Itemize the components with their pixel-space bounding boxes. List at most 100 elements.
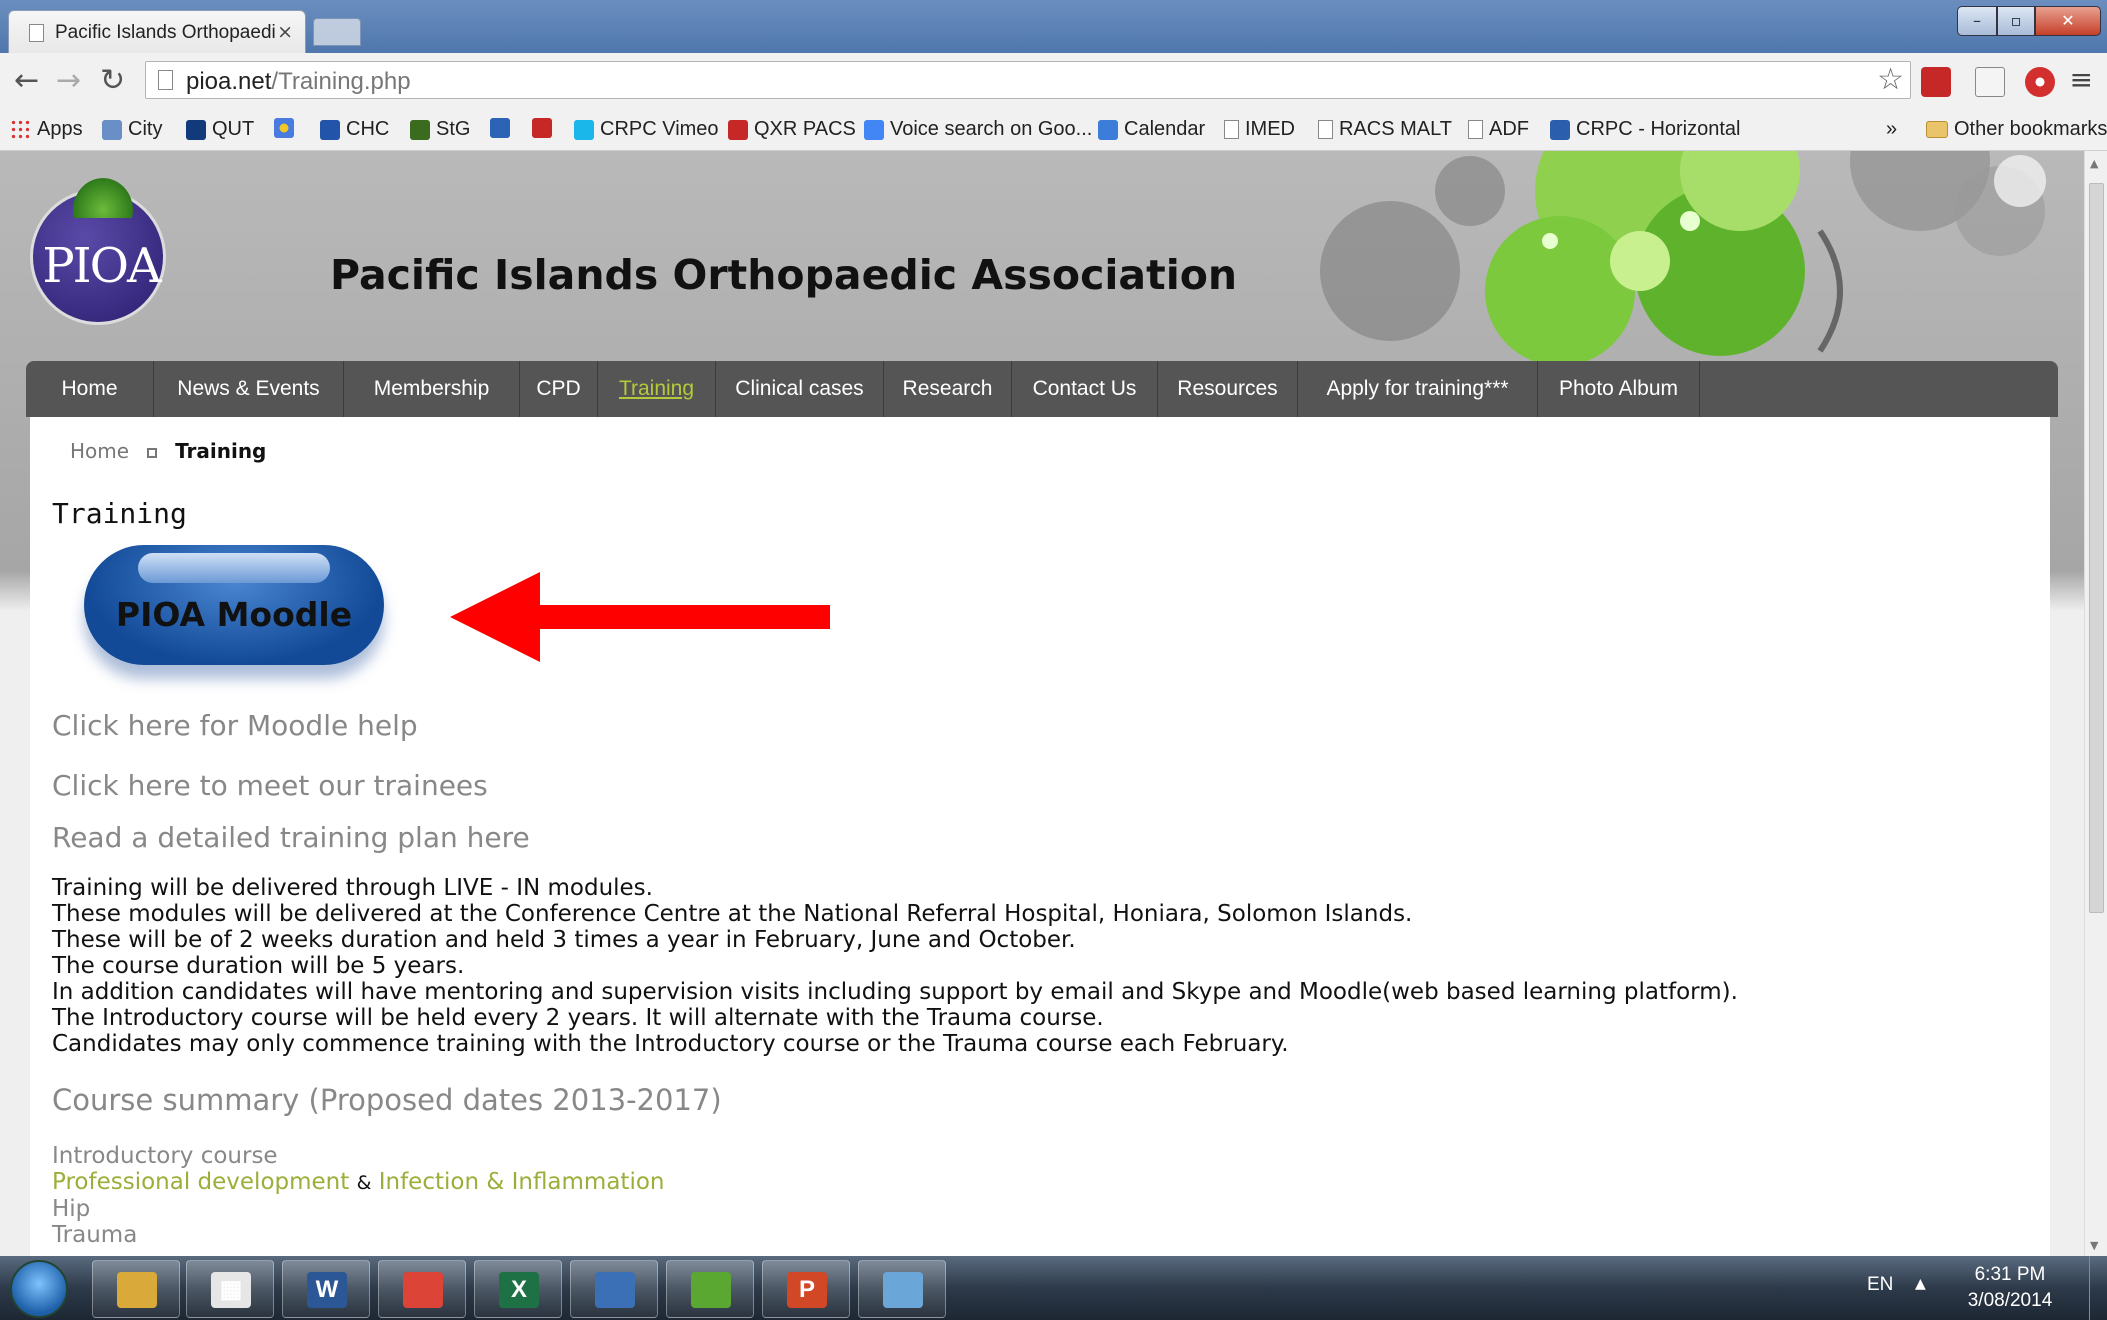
bookmark-label: CHC — [346, 118, 390, 140]
bookmark-calendar[interactable]: Calendar — [1098, 118, 1205, 141]
bookmark-b[interactable] — [490, 118, 516, 138]
nav-cpd[interactable]: CPD — [520, 361, 598, 417]
new-tab-button[interactable] — [313, 18, 361, 46]
apps-icon: ▦ — [211, 1272, 251, 1308]
web-page: PIOA Pacific Islands Orthopaedic Associa… — [0, 151, 2084, 1256]
taskbar-evernote-button[interactable] — [666, 1260, 754, 1318]
nav-photo-album[interactable]: Photo Album — [1538, 361, 1700, 417]
bookmark-label: IMED — [1245, 118, 1295, 140]
maximize-button[interactable]: ▫ — [1997, 6, 2035, 36]
nav-contact-us[interactable]: Contact Us — [1012, 361, 1158, 417]
bookmark-star-flower[interactable] — [274, 118, 300, 138]
bookmark-apps[interactable]: Apps — [10, 118, 83, 141]
back-arrow-icon[interactable]: ← — [14, 63, 39, 98]
language-indicator[interactable]: EN — [1867, 1274, 1893, 1296]
nav-research[interactable]: Research — [884, 361, 1012, 417]
page-icon — [1318, 120, 1333, 139]
forward-arrow-icon[interactable]: → — [56, 63, 81, 98]
description-line: In addition candidates will have mentori… — [52, 979, 1738, 1005]
bookmark-qut[interactable]: QUT — [186, 118, 254, 141]
reload-icon[interactable]: ↻ — [100, 63, 125, 98]
show-desktop-button[interactable] — [2089, 1256, 2107, 1320]
training-plan-link[interactable]: Read a detailed training plan here — [52, 821, 530, 854]
infection-inflammation-link[interactable]: Infection & Inflammation — [379, 1169, 665, 1195]
powerpoint-icon: P — [787, 1272, 827, 1308]
page-scrollbar[interactable]: ▲ ▼ — [2084, 151, 2107, 1256]
bookmark-city[interactable]: City — [102, 118, 162, 141]
star-flower-icon — [274, 118, 294, 138]
bookmark-star-icon[interactable]: ☆ — [1877, 62, 1904, 97]
address-bar[interactable]: pioa.net/Training.php ☆ — [145, 61, 1911, 99]
pioa-moodle-button[interactable]: PIOA Moodle — [84, 545, 384, 685]
show-hidden-icons-icon[interactable]: ▲ — [1915, 1276, 1926, 1292]
scroll-up-icon[interactable]: ▲ — [2090, 157, 2098, 170]
pioa-logo[interactable]: PIOA — [30, 178, 166, 325]
moodle-help-link[interactable]: Click here for Moodle help — [52, 709, 418, 742]
bookmark-crpc-horizontal[interactable]: CRPC - Horizontal — [1550, 118, 1740, 141]
nav-clinical-cases[interactable]: Clinical cases — [716, 361, 884, 417]
stg-icon — [410, 119, 430, 140]
start-button[interactable] — [10, 1260, 68, 1318]
clover-banner-image — [1320, 151, 2046, 361]
bookmark-racs-malt[interactable]: RACS MALT — [1318, 118, 1452, 141]
bookmark-voice-search[interactable]: Voice search on Goo... — [864, 118, 1092, 141]
bookmark-stg[interactable]: StG — [410, 118, 470, 141]
taskbar-apps-button[interactable]: ▦ — [186, 1260, 274, 1318]
browser-tab[interactable]: Pacific Islands Orthopaedi × — [8, 10, 306, 53]
page-icon — [1224, 120, 1239, 139]
breadcrumb-current: Training — [175, 439, 267, 463]
scroll-down-icon[interactable]: ▼ — [2090, 1239, 2098, 1252]
description-line: These will be of 2 weeks duration and he… — [52, 927, 1076, 953]
course-hip: Hip — [52, 1196, 91, 1222]
minimize-button[interactable]: – — [1957, 6, 1997, 36]
browser-toolbar: ← → ↻ pioa.net/Training.php ☆ ≡ — [0, 53, 2107, 109]
tab-close-icon[interactable]: × — [277, 21, 293, 43]
bookmark-chc[interactable]: CHC — [320, 118, 389, 141]
taskbar-word-button[interactable]: W — [282, 1260, 370, 1318]
moodle-button-highlight — [138, 553, 330, 583]
ie-tab-icon[interactable] — [1975, 67, 2005, 97]
scrollbar-thumb[interactable] — [2089, 183, 2104, 913]
taskbar-excel-button[interactable]: X — [474, 1260, 562, 1318]
nav-membership[interactable]: Membership — [344, 361, 520, 417]
meet-trainees-link[interactable]: Click here to meet our trainees — [52, 769, 488, 802]
nav-apply-for-training[interactable]: Apply for training*** — [1298, 361, 1538, 417]
url-text[interactable]: pioa.net/Training.php — [186, 68, 411, 96]
bookmark-label: Calendar — [1124, 118, 1206, 140]
menu-icon[interactable]: ≡ — [2070, 63, 2093, 96]
adblock-icon[interactable] — [1921, 67, 1951, 97]
bookmark-crpc-vimeo[interactable]: CRPC Vimeo — [574, 118, 719, 141]
bookmarks-overflow-button[interactable]: » — [1886, 118, 1897, 141]
other-bookmarks-label: Other bookmarks — [1954, 118, 2107, 140]
ampersand: & — [356, 1172, 372, 1194]
bookmark-adf[interactable]: ADF — [1468, 118, 1529, 141]
bookmark-label: City — [128, 118, 163, 140]
breadcrumb-home[interactable]: Home — [70, 439, 129, 463]
city-icon — [102, 119, 122, 140]
bookmark-m[interactable] — [532, 118, 558, 138]
url-path: /Training.php — [271, 68, 411, 95]
nav-training[interactable]: Training — [598, 361, 716, 417]
breadcrumb: Home Training — [70, 439, 266, 463]
close-window-button[interactable]: ✕ — [2035, 6, 2101, 36]
bookmark-label: Apps — [37, 118, 83, 140]
system-tray: EN ▲ 6:31 PM 3/08/2014 — [1867, 1256, 2107, 1320]
taskbar-file-explorer-button[interactable] — [92, 1260, 180, 1318]
other-bookmarks[interactable]: Other bookmarks — [1926, 118, 2107, 141]
clock-time: 6:31 PM — [1974, 1264, 2046, 1285]
bookmark-qxr-pacs[interactable]: QXR PACS — [728, 118, 856, 141]
professional-development-link[interactable]: Professional development — [52, 1169, 349, 1195]
nav-news-events[interactable]: News & Events — [154, 361, 344, 417]
bookmark-label: CRPC Vimeo — [600, 118, 719, 140]
bookmark-imed[interactable]: IMED — [1224, 118, 1295, 141]
clock[interactable]: 6:31 PM 3/08/2014 — [1945, 1262, 2075, 1314]
taskbar-powerpoint-button[interactable]: P — [762, 1260, 850, 1318]
page-icon — [29, 24, 44, 42]
chrome-icon — [403, 1272, 443, 1308]
taskbar-thunderbird-button[interactable] — [570, 1260, 658, 1318]
nav-home[interactable]: Home — [26, 361, 154, 417]
taskbar-chrome-button[interactable] — [378, 1260, 466, 1318]
lastpass-icon[interactable] — [2025, 67, 2055, 97]
nav-resources[interactable]: Resources — [1158, 361, 1298, 417]
taskbar-paint-button[interactable] — [858, 1260, 946, 1318]
